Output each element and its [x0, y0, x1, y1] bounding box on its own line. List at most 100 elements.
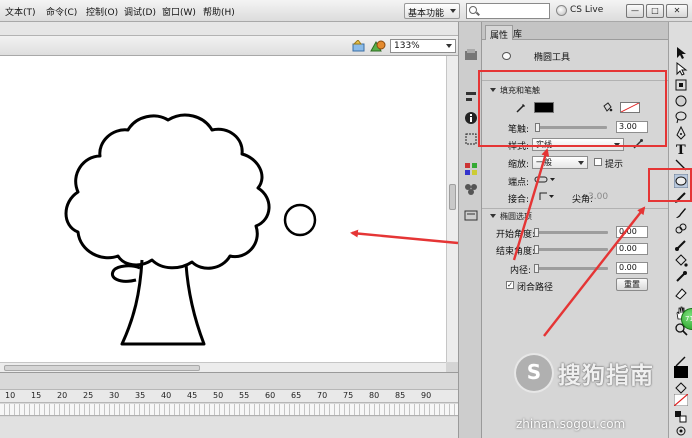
close-path-checkbox[interactable]: ✓	[506, 281, 514, 289]
components-panel-icon[interactable]	[464, 182, 478, 196]
brush-tool-icon[interactable]	[674, 206, 688, 220]
ruler-frame-number: 85	[395, 391, 406, 400]
color-panel-icon[interactable]	[464, 48, 478, 62]
scroll-thumb[interactable]	[4, 365, 200, 371]
lasso-tool-icon[interactable]	[674, 110, 688, 124]
chevron-down-icon	[446, 44, 452, 48]
chevron-down-icon	[450, 9, 456, 13]
zoom-value: 133%	[394, 41, 420, 51]
end-angle-slider[interactable]	[534, 245, 608, 254]
swatches-panel-icon[interactable]	[464, 162, 478, 176]
eraser-tool-icon[interactable]	[674, 286, 688, 300]
scale-select[interactable]: 一般	[532, 156, 588, 169]
tab-library[interactable]: 库	[509, 25, 526, 40]
paint-bucket-tool-icon[interactable]	[674, 254, 688, 268]
cs-live-button[interactable]: CS Live	[556, 4, 618, 18]
workspace-label: 基本功能	[408, 9, 445, 19]
reset-button[interactable]: 重置	[616, 278, 648, 291]
close-button[interactable]: ✕	[666, 4, 688, 18]
ruler-frame-number: 75	[343, 391, 354, 400]
stage-vertical-scrollbar[interactable]	[446, 56, 458, 362]
workspace-switcher[interactable]: 基本功能	[404, 3, 460, 19]
zoom-dropdown[interactable]: 133%	[390, 39, 456, 53]
ruler-frame-number: 25	[83, 391, 94, 400]
scale-value: 一般	[536, 158, 552, 167]
annotation-fill-stroke-box	[478, 70, 667, 147]
3d-rotation-tool-icon[interactable]	[674, 94, 688, 108]
edit-bar: 133%	[0, 36, 458, 56]
svg-text:T: T	[676, 143, 686, 156]
hint-checkbox[interactable]	[594, 158, 602, 166]
slider-handle[interactable]	[534, 228, 539, 237]
info-panel-icon[interactable]	[464, 111, 478, 125]
join-style-select[interactable]	[538, 191, 556, 202]
menu-commands[interactable]: 命令(C)	[46, 5, 77, 18]
close-path-label: 闭合路径	[517, 283, 554, 293]
menu-help[interactable]: 帮助(H)	[203, 5, 235, 18]
watermark-url: zhinan.sogou.com	[516, 417, 626, 431]
inner-radius-label: 内径:	[510, 266, 532, 276]
timeline-frames[interactable]	[0, 404, 458, 416]
align-panel-icon[interactable]	[464, 90, 478, 104]
document-tab-bar	[0, 22, 458, 36]
minimize-button[interactable]: —	[626, 4, 644, 18]
stage-artwork	[64, 113, 317, 346]
menu-window[interactable]: 窗口(W)	[162, 5, 196, 18]
end-angle-label: 结束角度:	[496, 247, 536, 257]
pen-tool-icon[interactable]	[674, 126, 688, 140]
small-circle-shape	[283, 203, 317, 237]
scale-label: 缩放:	[508, 160, 530, 170]
ruler-frame-number: 50	[213, 391, 224, 400]
motion-presets-icon[interactable]	[464, 208, 478, 222]
subselection-tool-icon[interactable]	[674, 62, 688, 76]
stage-horizontal-scrollbar[interactable]	[0, 362, 446, 372]
maximize-button[interactable]: □	[646, 4, 664, 18]
edit-scene-icon[interactable]	[352, 40, 366, 52]
selection-tool-icon[interactable]	[674, 46, 688, 60]
eyedropper-tool-icon[interactable]	[674, 270, 688, 284]
deco-tool-icon[interactable]	[674, 222, 688, 236]
menu-control[interactable]: 控制(O)	[86, 5, 118, 18]
ruler-frame-number: 55	[239, 391, 250, 400]
ruler-frame-number: 70	[317, 391, 328, 400]
menu-text[interactable]: 文本(T)	[5, 5, 36, 18]
inner-radius-field[interactable]: 0.00	[616, 262, 648, 274]
snap-to-objects-icon[interactable]	[674, 424, 688, 438]
bone-tool-icon[interactable]	[674, 238, 688, 252]
menu-bar: 文本(T) 命令(C) 控制(O) 调试(D) 窗口(W) 帮助(H) 基本功能…	[0, 0, 692, 22]
stage-canvas[interactable]	[0, 56, 446, 362]
miter-value[interactable]: 3.00	[588, 192, 608, 202]
swap-colors-icon[interactable]	[674, 410, 688, 424]
menu-debug[interactable]: 调试(D)	[124, 5, 156, 18]
ruler-frame-number: 15	[31, 391, 42, 400]
cap-style-select[interactable]	[534, 174, 556, 185]
slider-handle[interactable]	[534, 264, 539, 273]
edit-symbol-icon[interactable]	[370, 39, 386, 53]
ruler-frame-number: 30	[109, 391, 120, 400]
current-tool-name: 椭圆工具	[534, 53, 571, 63]
ruler-frame-number: 65	[291, 391, 302, 400]
ruler-frame-number: 60	[265, 391, 276, 400]
start-angle-label: 开始角度:	[496, 230, 536, 240]
timeline-panel: 10 15 20 25 30 35 40 45 50 55 60 65 70 75 80 85 90	[0, 372, 458, 438]
ruler-frame-number: 10	[5, 391, 16, 400]
timeline-layers-area	[0, 417, 458, 438]
free-transform-tool-icon[interactable]	[674, 78, 688, 92]
fill-color-chip[interactable]	[674, 394, 688, 406]
help-search-input[interactable]	[466, 3, 550, 19]
stroke-color-chip[interactable]	[674, 366, 688, 378]
scroll-thumb[interactable]	[449, 184, 456, 210]
transform-panel-icon[interactable]	[464, 132, 478, 146]
end-angle-field[interactable]: 0.00	[616, 243, 648, 255]
timeline-ruler[interactable]: 10 15 20 25 30 35 40 45 50 55 60 65 70 75 80 85 90	[0, 389, 458, 403]
start-angle-field[interactable]: 0.00	[616, 226, 648, 238]
inner-radius-slider[interactable]	[534, 264, 608, 273]
search-icon	[469, 6, 477, 14]
cs-live-icon	[556, 5, 567, 16]
ruler-frame-number: 35	[135, 391, 146, 400]
slider-handle[interactable]	[534, 245, 539, 254]
ellipse-options-section-header[interactable]: 椭圆选项	[490, 211, 532, 222]
start-angle-slider[interactable]	[534, 228, 608, 237]
cs-live-label: CS Live	[570, 5, 604, 15]
text-tool-icon[interactable]: T	[674, 142, 688, 156]
